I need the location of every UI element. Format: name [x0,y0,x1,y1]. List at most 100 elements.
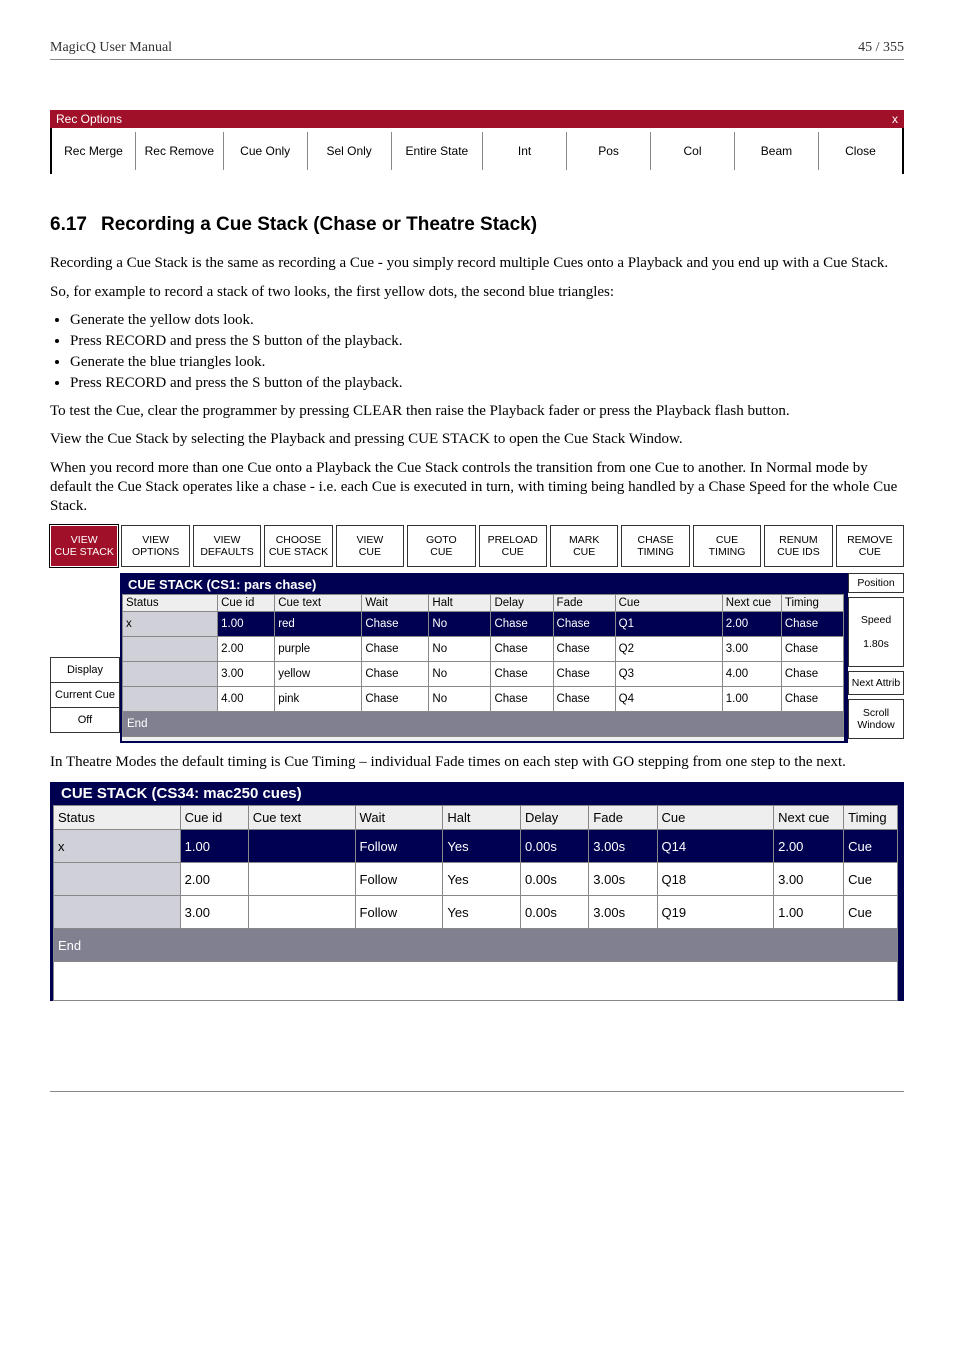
col-halt: Halt [429,595,491,612]
cell [248,830,355,863]
cell: Chase [362,687,429,712]
section-number: 6.17 [50,214,87,235]
preload-cue-button[interactable]: PRELOAD CUE [479,525,547,567]
paragraph: When you record more than one Cue onto a… [50,459,904,515]
table-row: End [54,929,898,962]
close-icon[interactable]: x [892,112,898,126]
next-attrib-label[interactable]: Next Attrib [848,671,904,695]
section-title: Recording a Cue Stack (Chase or Theatre … [101,214,537,235]
chase-timing-button[interactable]: CHASE TIMING [621,525,689,567]
col-cueid: Cue id [218,595,275,612]
close-button[interactable]: Close [819,132,902,170]
rec-options-title: Rec Options [56,112,122,126]
mark-cue-button[interactable]: MARK CUE [550,525,618,567]
cell: 4.00 [218,687,275,712]
view-cue-button[interactable]: VIEW CUE [336,525,404,567]
paragraph: In Theatre Modes the default timing is C… [50,753,904,772]
cs1-title: CUE STACK (CS1: pars chase) [122,575,844,594]
cell: 2.00 [180,863,248,896]
rec-merge-button[interactable]: Rec Merge [52,132,136,170]
cell: 3.00s [589,896,657,929]
speed-label[interactable]: Speed 1.80s [848,597,904,667]
table-row[interactable]: 3.00 Follow Yes 0.00s 3.00s Q19 1.00 Cue [54,896,898,929]
cue-only-button[interactable]: Cue Only [224,132,308,170]
paragraph: View the Cue Stack by selecting the Play… [50,430,904,449]
table-row[interactable]: 2.00 purple Chase No Chase Chase Q2 3.00… [123,637,844,662]
cell: 2.00 [218,637,275,662]
rec-remove-button[interactable]: Rec Remove [136,132,224,170]
cell: Chase [553,612,615,637]
doc-title: MagicQ User Manual [50,40,172,56]
entire-state-button[interactable]: Entire State [392,132,483,170]
cell: Chase [362,637,429,662]
position-label[interactable]: Position [848,573,904,593]
cell: Follow [355,896,443,929]
bullet-list: Generate the yellow dots look. Press REC… [50,312,904,392]
cell [123,637,218,662]
cell: Yes [443,830,521,863]
cell: Chase [491,612,553,637]
cell [54,863,181,896]
col-timing: Timing [844,806,898,830]
col-status: Status [123,595,218,612]
renum-cue-ids-button[interactable]: RENUM CUE IDS [764,525,832,567]
sel-only-button[interactable]: Sel Only [308,132,392,170]
speed-value: 1.80s [861,638,891,650]
cell: Yes [443,863,521,896]
off-label[interactable]: Off [50,707,120,733]
list-item: Press RECORD and press the S button of t… [70,375,904,392]
cell: purple [275,637,362,662]
col-wait: Wait [355,806,443,830]
col-nextcue: Next cue [722,595,781,612]
cell: 0.00s [521,830,589,863]
table-row[interactable]: x 1.00 Follow Yes 0.00s 3.00s Q14 2.00 C… [54,830,898,863]
cell: Cue [844,830,898,863]
rec-options-toolbar: Rec Options x Rec Merge Rec Remove Cue O… [50,110,904,174]
cell: Chase [781,637,843,662]
col-cueid: Cue id [180,806,248,830]
col-cuetext: Cue text [275,595,362,612]
col-cue: Cue [657,806,774,830]
cell: 1.00 [180,830,248,863]
beam-button[interactable]: Beam [735,132,819,170]
cell: 2.00 [722,612,781,637]
cell: Chase [781,687,843,712]
table-row[interactable]: 4.00 pink Chase No Chase Chase Q4 1.00 C… [123,687,844,712]
col-status: Status [54,806,181,830]
cue-timing-button[interactable]: CUE TIMING [693,525,761,567]
col-halt: Halt [443,806,521,830]
table-row[interactable]: 3.00 yellow Chase No Chase Chase Q3 4.00… [123,662,844,687]
pos-button[interactable]: Pos [567,132,651,170]
softbutton-row: VIEW CUE STACK VIEW OPTIONS VIEW DEFAULT… [50,525,904,567]
cs34-panel: CUE STACK (CS34: mac250 cues) Status Cue… [50,782,904,1001]
cell: Chase [491,662,553,687]
cell: pink [275,687,362,712]
cell: yellow [275,662,362,687]
col-cuetext: Cue text [248,806,355,830]
cell: Q14 [657,830,774,863]
cell: Chase [553,687,615,712]
col-button[interactable]: Col [651,132,735,170]
cell: Q19 [657,896,774,929]
paragraph: To test the Cue, clear the programmer by… [50,402,904,421]
current-cue-label[interactable]: Current Cue [50,682,120,708]
remove-cue-button[interactable]: REMOVE CUE [836,525,904,567]
col-cue: Cue [615,595,722,612]
cell [54,896,181,929]
end-cell: End [54,929,898,962]
table-row[interactable]: x 1.00 red Chase No Chase Chase Q1 2.00 … [123,612,844,637]
view-defaults-button[interactable]: VIEW DEFAULTS [193,525,261,567]
cell: Chase [553,637,615,662]
view-options-button[interactable]: VIEW OPTIONS [121,525,189,567]
choose-cue-stack-button[interactable]: CHOOSE CUE STACK [264,525,332,567]
table-row[interactable]: 2.00 Follow Yes 0.00s 3.00s Q18 3.00 Cue [54,863,898,896]
col-timing: Timing [781,595,843,612]
cell: 3.00 [180,896,248,929]
display-label[interactable]: Display [50,657,120,683]
int-button[interactable]: Int [483,132,567,170]
goto-cue-button[interactable]: GOTO CUE [407,525,475,567]
scroll-window-label[interactable]: Scroll Window [848,699,904,739]
cs34-table: Status Cue id Cue text Wait Halt Delay F… [53,805,898,1001]
cell: x [123,612,218,637]
view-cue-stack-button[interactable]: VIEW CUE STACK [50,525,118,567]
